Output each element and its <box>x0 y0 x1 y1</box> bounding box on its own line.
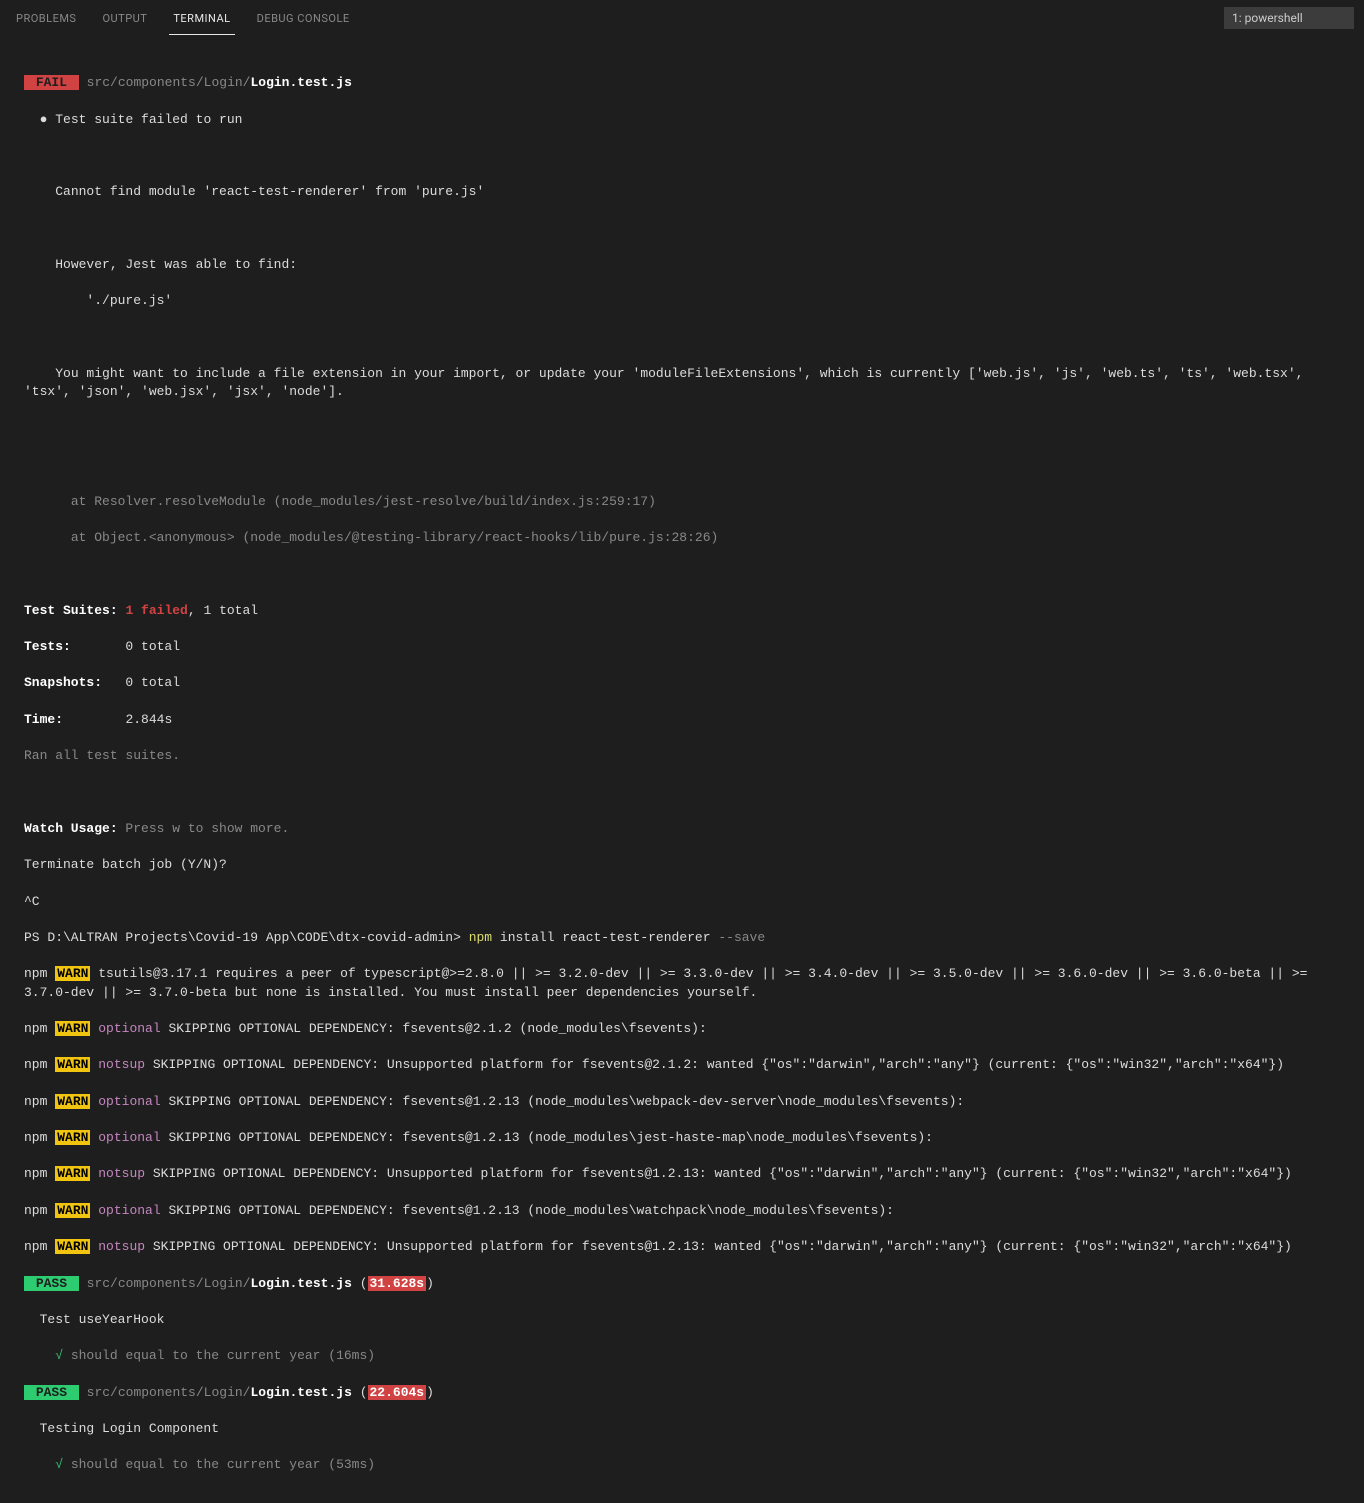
summary-suites-label: Test Suites: <box>24 603 118 618</box>
terminal-output[interactable]: FAIL src/components/Login/Login.test.js … <box>0 36 1364 1503</box>
summary-suites-rest: , 1 total <box>188 603 258 618</box>
fail-err3: './pure.js' <box>24 292 1340 310</box>
tab-output[interactable]: OUTPUT <box>98 1 151 35</box>
npm-notsup1: SKIPPING OPTIONAL DEPENDENCY: Unsupporte… <box>145 1057 1284 1072</box>
npm-notsup: notsup <box>90 1239 145 1254</box>
summary-time-label: Time: <box>24 712 63 727</box>
summary-snapshots-label: Snapshots: <box>24 675 102 690</box>
bullet-icon: ● <box>40 112 48 127</box>
check-icon: √ <box>55 1348 63 1363</box>
terminal-shell-select[interactable]: 1: powershell <box>1224 7 1354 30</box>
panel-tabbar: PROBLEMS OUTPUT TERMINAL DEBUG CONSOLE 1… <box>0 0 1364 36</box>
pass-suite1: Test useYearHook <box>24 1311 1340 1329</box>
npm-peer: tsutils@3.17.1 requires a peer of typesc… <box>24 966 1315 999</box>
pass-path-dim-2: src/components/Login/ <box>87 1385 251 1400</box>
summary-tests-label: Tests: <box>24 639 71 654</box>
warn-badge: WARN <box>55 966 90 981</box>
npm-prefix: npm <box>24 966 55 981</box>
pass-test1: should equal to the current year (16ms) <box>63 1348 375 1363</box>
npm-opt1: SKIPPING OPTIONAL DEPENDENCY: fsevents@2… <box>161 1021 707 1036</box>
summary-time-val: 2.844s <box>125 712 172 727</box>
terminate-prompt: Terminate batch job (Y/N)? <box>24 856 1340 874</box>
fail-path-bold: Login.test.js <box>250 75 351 90</box>
npm-cmd-flag: --save <box>718 930 765 945</box>
warn-badge: WARN <box>55 1130 90 1145</box>
npm-notsup: notsup <box>90 1166 145 1181</box>
warn-badge: WARN <box>55 1239 90 1254</box>
fail-stack1: at Resolver.resolveModule (node_modules/… <box>24 493 1340 511</box>
npm-opt4: SKIPPING OPTIONAL DEPENDENCY: fsevents@1… <box>161 1203 894 1218</box>
watch-label: Watch Usage: <box>24 821 118 836</box>
fail-suite-failed: Test suite failed to run <box>55 112 242 127</box>
pass-path-dim: src/components/Login/ <box>87 1276 251 1291</box>
npm-opt2: SKIPPING OPTIONAL DEPENDENCY: fsevents@1… <box>161 1094 965 1109</box>
npm-optional: optional <box>90 1203 160 1218</box>
terminal-right-controls: 1: powershell <box>1224 7 1364 30</box>
pass-time-badge-2: 22.604s <box>368 1385 427 1400</box>
fail-badge: FAIL <box>24 75 79 90</box>
fail-err4: You might want to include a file extensi… <box>24 365 1340 401</box>
warn-badge: WARN <box>55 1057 90 1072</box>
tab-debug-console[interactable]: DEBUG CONSOLE <box>253 1 354 35</box>
npm-notsup: notsup <box>90 1057 145 1072</box>
pass-suite2: Testing Login Component <box>24 1420 1340 1438</box>
warn-badge: WARN <box>55 1094 90 1109</box>
summary-suites-fail: 1 failed <box>125 603 187 618</box>
ctrl-c: ^C <box>24 893 1340 911</box>
npm-notsup2: SKIPPING OPTIONAL DEPENDENCY: Unsupporte… <box>145 1166 1292 1181</box>
npm-optional: optional <box>90 1021 160 1036</box>
npm-cmd-bin: npm <box>469 930 492 945</box>
npm-opt3: SKIPPING OPTIONAL DEPENDENCY: fsevents@1… <box>161 1130 933 1145</box>
pass-path-bold: Login.test.js <box>250 1276 351 1291</box>
npm-cmd-args: install react-test-renderer <box>492 930 718 945</box>
tab-terminal[interactable]: TERMINAL <box>169 1 234 35</box>
warn-badge: WARN <box>55 1166 90 1181</box>
summary-ran: Ran all test suites. <box>24 747 1340 765</box>
npm-notsup3: SKIPPING OPTIONAL DEPENDENCY: Unsupporte… <box>145 1239 1292 1254</box>
pass-path-bold-2: Login.test.js <box>250 1385 351 1400</box>
fail-err2: However, Jest was able to find: <box>24 256 1340 274</box>
ps-prompt: PS D:\ALTRAN Projects\Covid-19 App\CODE\… <box>24 930 469 945</box>
fail-err1: Cannot find module 'react-test-renderer'… <box>24 183 1340 201</box>
warn-badge: WARN <box>55 1021 90 1036</box>
npm-optional: optional <box>90 1130 160 1145</box>
pass-badge-2: PASS <box>24 1385 79 1400</box>
npm-optional: optional <box>90 1094 160 1109</box>
pass-badge: PASS <box>24 1276 79 1291</box>
pass-time-badge: 31.628s <box>368 1276 427 1291</box>
summary-snapshots-val: 0 total <box>125 675 180 690</box>
warn-badge: WARN <box>55 1203 90 1218</box>
check-icon-2: √ <box>55 1457 63 1472</box>
tab-problems[interactable]: PROBLEMS <box>12 1 80 35</box>
fail-path-dim: src/components/Login/ <box>87 75 251 90</box>
fail-stack2: at Object.<anonymous> (node_modules/@tes… <box>24 529 1340 547</box>
watch-text: Press w to show more. <box>118 821 290 836</box>
summary-tests-val: 0 total <box>125 639 180 654</box>
panel-tabs: PROBLEMS OUTPUT TERMINAL DEBUG CONSOLE <box>12 1 354 35</box>
pass-test2: should equal to the current year (53ms) <box>63 1457 375 1472</box>
